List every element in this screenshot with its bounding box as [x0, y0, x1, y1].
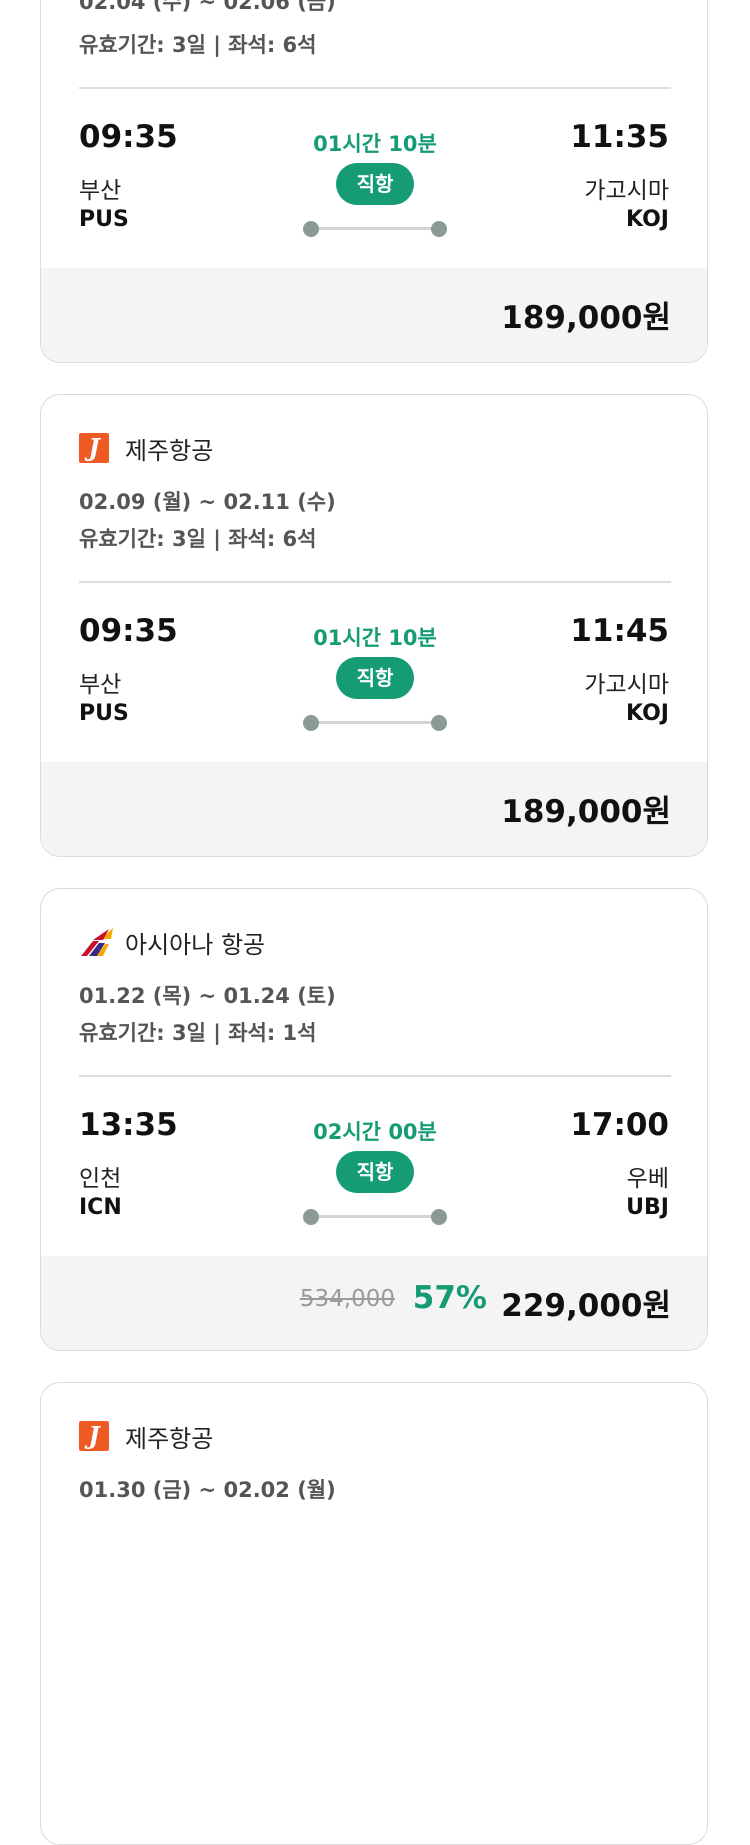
airline-name: 제주항공	[125, 436, 214, 465]
price: 229,000원	[501, 1288, 671, 1324]
price-bar: 189,000원	[41, 762, 707, 856]
price-bar: 189,000원	[41, 268, 707, 362]
arrival-code: KOJ	[626, 701, 669, 726]
arrival-time: 11:35	[570, 119, 669, 155]
price: 189,000원	[501, 300, 671, 336]
divider	[79, 87, 671, 89]
travel-dates: 02.09 (월) ~ 02.11 (수)	[79, 490, 336, 514]
flight-card[interactable]: J 제주항공 01.30 (금) ~ 02.02 (월)	[40, 1382, 708, 1845]
route-line	[303, 1208, 447, 1225]
arrival-code: KOJ	[626, 207, 669, 232]
airline-header: J 제주항공	[79, 1421, 214, 1453]
original-price: 534,000	[299, 1286, 395, 1312]
price-bar: 534,000 57% 229,000원	[41, 1256, 707, 1350]
validity-seats: 유효기간: 3일 | 좌석: 6석	[79, 527, 317, 551]
arrival-city: 우베	[626, 1166, 669, 1192]
validity-seats: 유효기간: 3일 | 좌석: 1석	[79, 1021, 317, 1045]
divider	[79, 1075, 671, 1077]
destination-dot	[431, 1208, 447, 1225]
departure-city: 부산	[79, 178, 122, 204]
departure-code: ICN	[79, 1195, 122, 1220]
airline-name: 제주항공	[125, 1424, 214, 1453]
direct-flight-badge: 직항	[336, 163, 414, 205]
origin-dot	[303, 714, 319, 731]
direct-flight-badge: 직항	[336, 657, 414, 699]
origin-dot	[303, 220, 319, 237]
destination-dot	[431, 220, 447, 237]
discount-rate: 57%	[412, 1280, 487, 1316]
arrival-code: UBJ	[626, 1195, 669, 1220]
departure-city: 부산	[79, 672, 122, 698]
airline-name: 아시아나 항공	[125, 930, 266, 959]
price: 189,000원	[501, 794, 671, 830]
divider	[79, 581, 671, 583]
arrival-time: 17:00	[570, 1107, 669, 1143]
jeju-air-logo-icon: J	[79, 1421, 109, 1451]
route-line	[303, 220, 447, 237]
airline-header: 아시아나 항공	[79, 927, 266, 959]
destination-dot	[431, 714, 447, 731]
travel-dates: 01.22 (목) ~ 01.24 (토)	[79, 984, 336, 1008]
airline-header: J 제주항공	[79, 433, 214, 465]
arrival-city: 가고시마	[584, 178, 669, 204]
departure-code: PUS	[79, 207, 129, 232]
jeju-air-logo-icon: J	[79, 433, 109, 463]
flight-card[interactable]: 아시아나 항공 01.22 (목) ~ 01.24 (토) 유효기간: 3일 |…	[40, 888, 708, 1351]
departure-city: 인천	[79, 1166, 122, 1192]
departure-code: PUS	[79, 701, 129, 726]
asiana-airlines-logo-icon	[79, 927, 113, 957]
arrival-city: 가고시마	[584, 672, 669, 698]
flight-card[interactable]: J 제주항공 02.09 (월) ~ 02.11 (수) 유효기간: 3일 | …	[40, 394, 708, 857]
direct-flight-badge: 직항	[336, 1151, 414, 1193]
route-line	[303, 714, 447, 731]
travel-dates: 02.04 (수) ~ 02.06 (금)	[79, 0, 336, 14]
flight-card[interactable]: 02.04 (수) ~ 02.06 (금) 유효기간: 3일 | 좌석: 6석 …	[40, 0, 708, 363]
travel-dates: 01.30 (금) ~ 02.02 (월)	[79, 1478, 336, 1502]
validity-seats: 유효기간: 3일 | 좌석: 6석	[79, 33, 317, 57]
arrival-time: 11:45	[570, 613, 669, 649]
origin-dot	[303, 1208, 319, 1225]
